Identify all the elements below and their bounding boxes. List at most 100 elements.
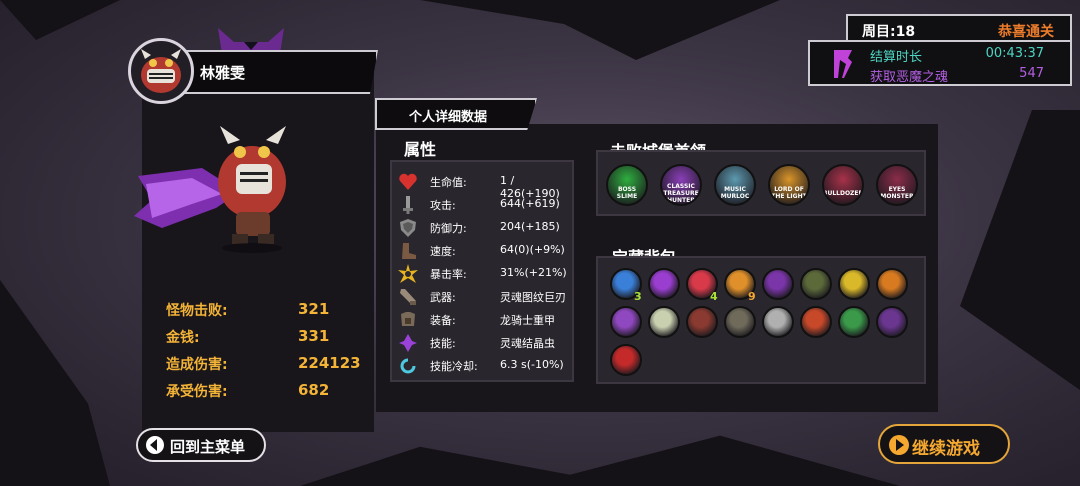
demon-soul-icon — [834, 50, 852, 78]
clear-status: 恭喜通关 — [998, 24, 1054, 40]
attr-label: 防御力: — [430, 222, 467, 235]
boss-lord-of-light-icon[interactable]: LORD OF THE LIGHT — [768, 164, 810, 206]
stat-label: 造成伤害: — [166, 357, 228, 373]
main-menu-label: 回到主菜单 — [170, 438, 246, 456]
attr-label: 生命值: — [430, 176, 467, 189]
attr-label: 攻击: — [430, 199, 456, 212]
boot-icon — [402, 243, 416, 259]
item-count: 9 — [748, 290, 756, 303]
cycle-label: 周目:18 — [862, 24, 916, 40]
attr-label: 装备: — [430, 314, 456, 327]
attr-row-speed: 速度: 64(0)(+9%) — [392, 240, 572, 262]
heart-icon — [399, 173, 417, 190]
background-shard — [960, 110, 1080, 390]
tab-personal-details[interactable]: 个人详细数据 — [375, 98, 537, 130]
stat-value: 224123 — [298, 354, 361, 372]
skill-icon — [399, 334, 417, 352]
attr-row-hp: 生命值: 1 / 426(+190) — [392, 171, 572, 200]
attr-value: 龙骑士重甲 — [500, 314, 555, 327]
attr-row-weapon: 武器: 灵魂图纹巨刃 — [392, 286, 572, 308]
green-serpent-icon[interactable] — [838, 306, 870, 338]
stat-value: 682 — [298, 381, 330, 399]
cooldown-icon — [400, 358, 416, 374]
time-value: 00:43:37 — [985, 46, 1044, 61]
attr-row-armor: 装备: 龙骑士重甲 — [392, 309, 572, 331]
stat-value: 321 — [298, 300, 330, 318]
attr-value: 204(+185) — [500, 220, 560, 233]
item-count: 3 — [634, 290, 642, 303]
boss-slime-icon[interactable]: BOSS SLIME — [606, 164, 648, 206]
attr-label: 速度: — [430, 245, 456, 258]
continue-arrow-icon — [889, 435, 909, 455]
player-name: 林雅雯 — [200, 64, 246, 82]
helmet-icon[interactable] — [762, 306, 794, 338]
background-shard — [0, 0, 120, 40]
boss-bulldozer-icon[interactable]: BULLDOZER — [822, 164, 864, 206]
stat-label: 承受伤害: — [166, 384, 228, 400]
sun-emblem-icon[interactable] — [876, 268, 908, 300]
stone-ring-icon[interactable] — [724, 306, 756, 338]
boss-label: BOSS SLIME — [616, 186, 638, 200]
boss-eyes-monster-icon[interactable]: EYES MONSTER — [876, 164, 918, 206]
souls-value: 547 — [1019, 66, 1044, 81]
gold-claw-icon[interactable] — [838, 268, 870, 300]
background-shard — [0, 280, 110, 486]
attr-row-attack: 攻击: 644(+619) — [392, 194, 572, 216]
weapon-icon — [400, 289, 416, 305]
boss-label: EYES MONSTER — [880, 186, 914, 200]
main-menu-button[interactable]: 回到主菜单 — [136, 428, 266, 462]
time-label: 结算时长 — [870, 50, 923, 65]
attr-value: 灵魂结晶虫 — [500, 337, 555, 350]
attr-label: 技能: — [430, 337, 456, 350]
flower-icon[interactable] — [648, 306, 680, 338]
burst-icon — [398, 264, 418, 283]
background-shard — [420, 0, 780, 60]
boss-murloc-icon[interactable]: MUSIC MURLOC — [714, 164, 756, 206]
continue-label: 继续游戏 — [912, 439, 980, 459]
fire-rune-icon[interactable] — [800, 306, 832, 338]
attributes-box: 生命值: 1 / 426(+190) 攻击: 644(+619) 防御力: 20… — [390, 160, 574, 382]
red-dragon-icon[interactable] — [610, 344, 642, 376]
shield-icon — [400, 219, 416, 237]
attr-label: 武器: — [430, 291, 456, 304]
boss-label: MUSIC MURLOC — [720, 186, 750, 200]
sword-icon — [403, 196, 413, 214]
green-bag-icon[interactable] — [800, 268, 832, 300]
player-avatar — [128, 38, 194, 104]
attr-row-defense: 防御力: 204(+185) — [392, 217, 572, 239]
armor-icon — [401, 312, 415, 326]
bosses-box: BOSS SLIME CLASSIC TREASURE HUNTER MUSIC… — [596, 150, 926, 216]
attr-value: 6.3 s(-10%) — [500, 358, 564, 371]
purple-horn-icon[interactable] — [610, 306, 642, 338]
purple-wing-icon[interactable] — [876, 306, 908, 338]
hero-character-art — [134, 126, 286, 253]
purple-beast-icon[interactable] — [762, 268, 794, 300]
attr-value: 644(+619) — [500, 197, 560, 210]
attr-row-cooldown: 技能冷却: 6.3 s(-10%) — [392, 355, 572, 377]
boss-treasure-hunter-icon[interactable]: CLASSIC TREASURE HUNTER — [660, 164, 702, 206]
boss-label: CLASSIC TREASURE HUNTER — [663, 182, 699, 204]
souls-label: 获取恶魔之魂 — [870, 70, 949, 85]
tab-label: 个人详细数据 — [409, 110, 488, 125]
knight-portrait-icon — [141, 49, 181, 93]
attr-value: 31%(+21%) — [500, 266, 567, 279]
item-count: 4 — [710, 290, 718, 303]
back-arrow-icon — [146, 436, 164, 454]
background-shard — [300, 435, 900, 486]
stat-value: 331 — [298, 327, 330, 345]
dark-totem-icon[interactable] — [686, 306, 718, 338]
boss-label: LORD OF THE LIGHT — [771, 186, 807, 200]
run-summary-box: 结算时长 00:43:37 获取恶魔之魂 547 — [808, 40, 1072, 86]
attr-label: 技能冷却: — [430, 360, 478, 373]
attributes-title: 属性 — [404, 140, 437, 159]
attr-row-skill: 技能: 灵魂结晶虫 — [392, 332, 572, 354]
continue-button[interactable]: 继续游戏 — [878, 424, 1010, 464]
stat-row-kills: 怪物击败: 321 — [166, 300, 366, 327]
attr-label: 暴击率: — [430, 268, 467, 281]
player-stats: 怪物击败: 321 金钱: 331 造成伤害: 224123 承受伤害: 682 — [166, 300, 366, 408]
stat-row-damage-taken: 承受伤害: 682 — [166, 381, 366, 408]
attr-value: 64(0)(+9%) — [500, 243, 565, 256]
purple-crystal-icon[interactable] — [648, 268, 680, 300]
stat-label: 金钱: — [166, 330, 200, 346]
attr-value: 灵魂图纹巨刃 — [500, 291, 566, 304]
